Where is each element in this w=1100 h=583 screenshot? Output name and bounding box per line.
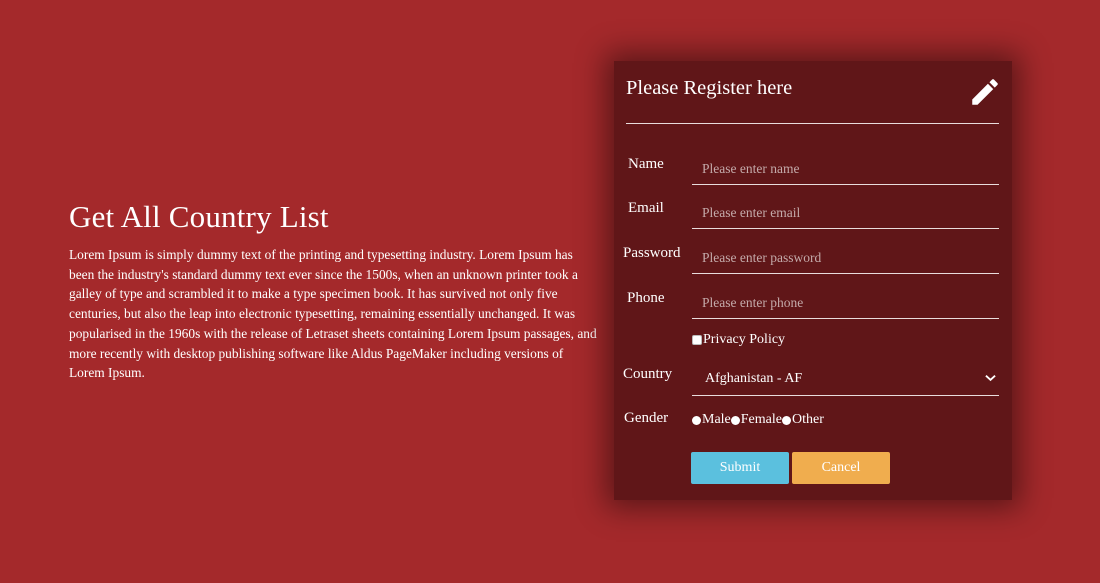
- name-input[interactable]: [692, 153, 999, 185]
- intro-paragraph: Lorem Ipsum is simply dummy text of the …: [69, 247, 597, 381]
- privacy-checkbox[interactable]: [692, 335, 702, 345]
- gender-other-label: Other: [791, 412, 824, 427]
- country-selected-value: Afghanistan - AF: [705, 370, 803, 386]
- name-label: Name: [628, 156, 664, 172]
- email-label: Email: [628, 200, 664, 216]
- gender-male-radio[interactable]: [692, 415, 701, 425]
- phone-input[interactable]: [692, 287, 999, 319]
- gender-other-radio[interactable]: [781, 415, 791, 425]
- cancel-button[interactable]: Cancel: [792, 452, 890, 484]
- page-heading: Get All Country List: [69, 199, 329, 234]
- password-label: Password: [623, 245, 681, 261]
- panel-header: Please Register here: [626, 61, 999, 124]
- password-input[interactable]: [692, 242, 999, 274]
- intro-section: Get All Country List Lorem Ipsum is simp…: [69, 198, 599, 383]
- country-label: Country: [623, 366, 673, 382]
- gender-options: Male Female Other: [692, 411, 824, 429]
- registration-panel: Please Register here Name Email Password…: [614, 61, 1012, 500]
- gender-female-radio[interactable]: [730, 415, 740, 425]
- email-input[interactable]: [692, 197, 999, 229]
- pencil-icon: [972, 79, 998, 105]
- privacy-label: Privacy Policy: [703, 332, 786, 347]
- panel-title: Please Register here: [626, 77, 793, 99]
- country-select[interactable]: Afghanistan - AF: [692, 362, 999, 396]
- gender-male-label: Male: [702, 412, 731, 427]
- gender-female-label: Female: [740, 412, 782, 427]
- privacy-policy-option[interactable]: Privacy Policy: [692, 331, 785, 349]
- gender-label: Gender: [624, 410, 669, 426]
- chevron-down-icon: [985, 375, 996, 382]
- phone-label: Phone: [627, 290, 665, 306]
- page: Get All Country List Lorem Ipsum is simp…: [0, 0, 1100, 583]
- submit-button[interactable]: Submit: [691, 452, 789, 484]
